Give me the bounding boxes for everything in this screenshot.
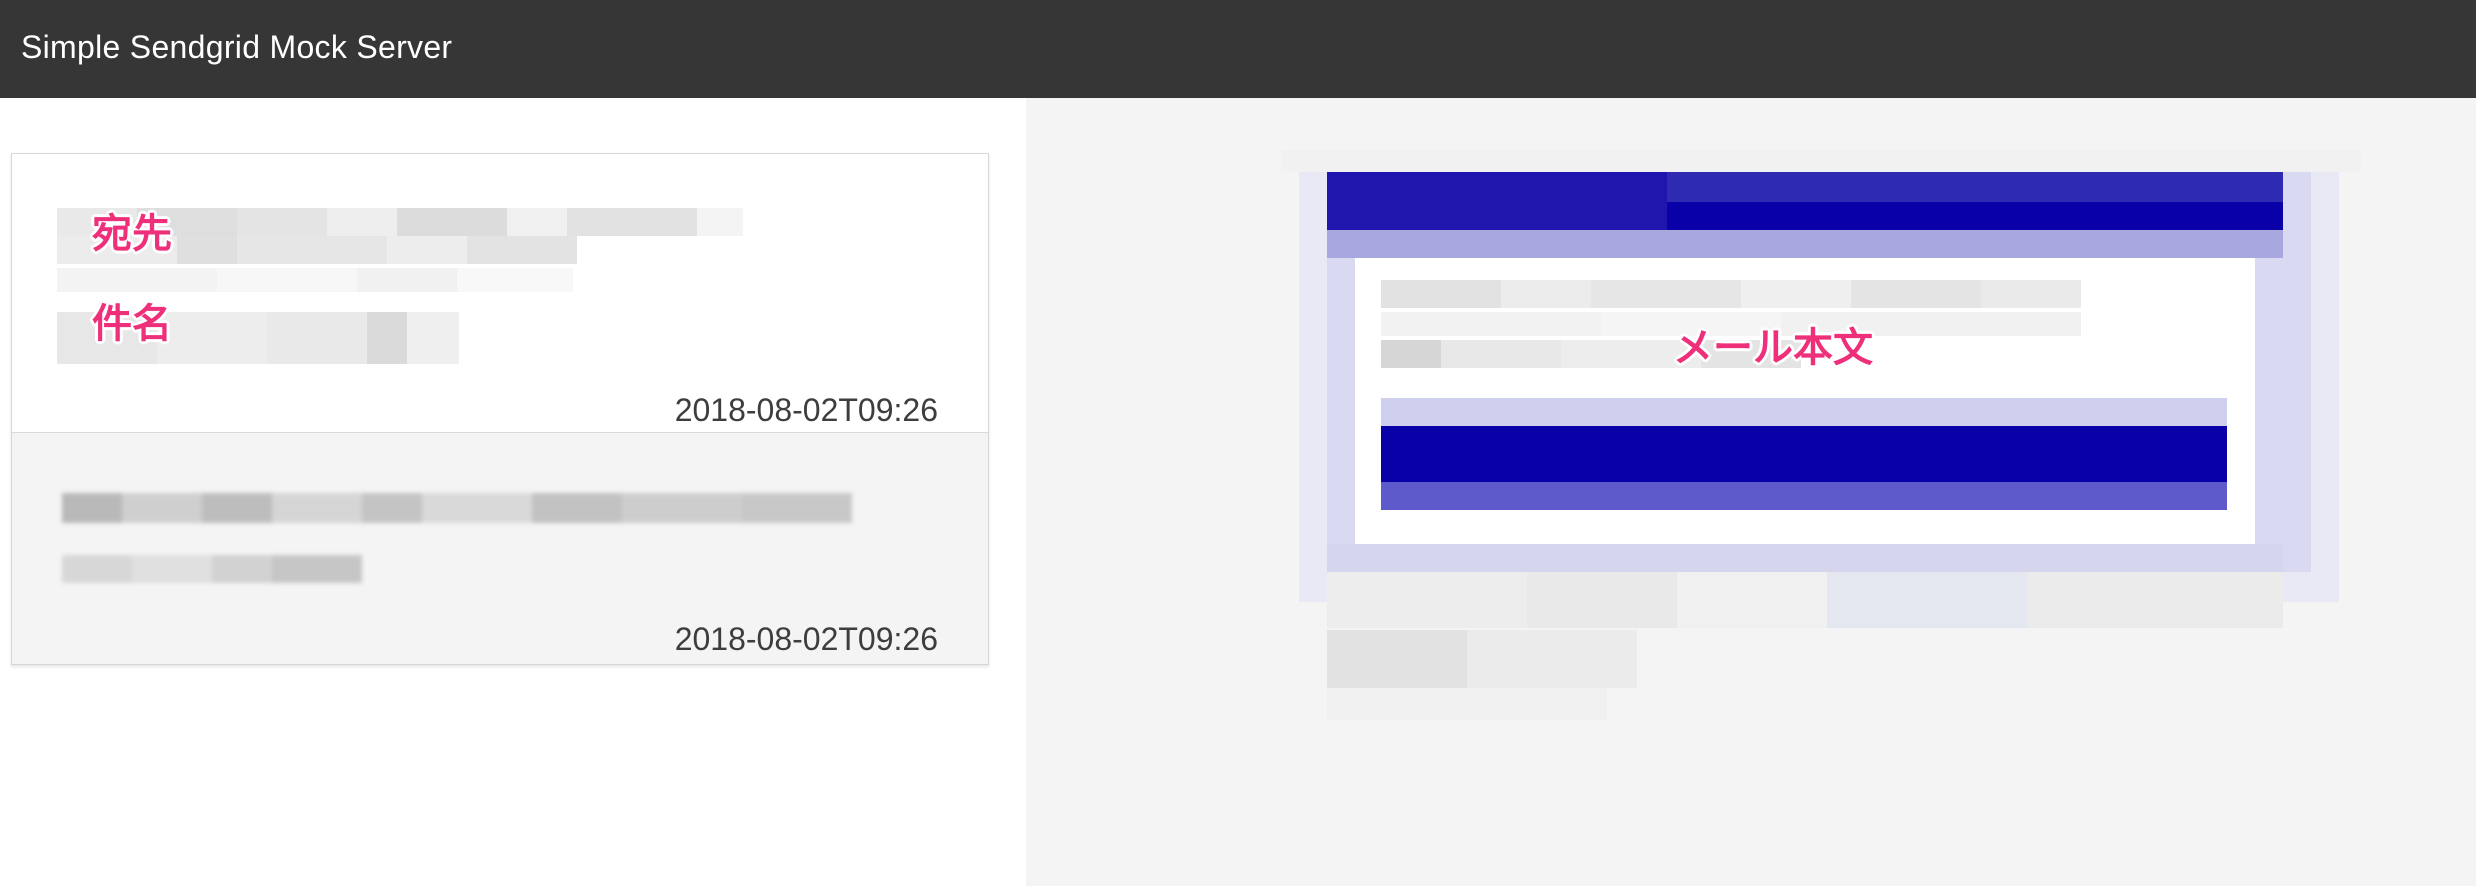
annotation-body: メール本文 [1673,326,1873,370]
app-title: Simple Sendgrid Mock Server [21,29,453,65]
annotation-to: 宛先 [92,212,172,256]
app-header: Simple Sendgrid Mock Server [0,0,2476,98]
email-body-preview: メール本文 [1281,150,2361,730]
redacted-preview-line [62,493,852,523]
redacted-footer-text-2 [1327,630,1637,688]
redacted-subject-line [57,268,573,292]
mail-list-item-selected[interactable]: 宛先 件名 2018-08-02T09:26 [12,154,988,433]
mail-timestamp: 2018-08-02T09:26 [674,392,938,428]
mail-preview-pane: メール本文 [1026,98,2476,886]
annotation-subject: 件名 [92,302,172,346]
email-cta-button [1381,426,2227,482]
mail-list: 宛先 件名 2018-08-02T09:26 2018-08-02T09:26 [11,153,989,665]
redacted-footer-text [1327,572,2283,628]
redacted-body-text [1381,280,2081,308]
mail-list-pane: 宛先 件名 2018-08-02T09:26 2018-08-02T09:26 [0,98,1026,886]
redacted-preview-line-2 [62,555,362,583]
mail-timestamp: 2018-08-02T09:26 [674,621,938,657]
mail-list-item[interactable]: 2018-08-02T09:26 [12,433,988,664]
